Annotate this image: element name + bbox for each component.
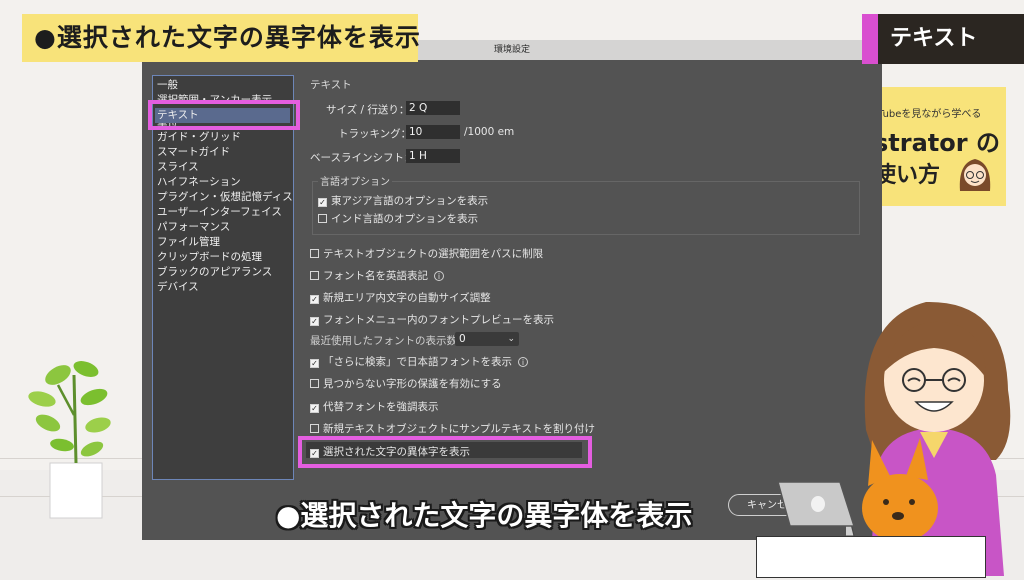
sample-text-label: 新規テキストオブジェクトにサンプルテキストを割り付け [323, 423, 596, 435]
search-japanese-fonts-label: 「さらに検索」で日本語フォントを表示 [323, 356, 512, 368]
sample-text-option[interactable]: 新規テキストオブジェクトにサンプルテキストを割り付け [310, 421, 595, 436]
avatar-mini-icon [959, 159, 991, 191]
highlight-substituted-option[interactable]: ✓ 代替フォントを強調表示 [310, 399, 439, 414]
presenter-illustration [846, 301, 1011, 576]
info-icon[interactable]: i [434, 271, 444, 281]
font-names-english-checkbox[interactable] [310, 271, 319, 280]
sidebar-item-devices[interactable]: デバイス [157, 280, 293, 295]
size-label: サイズ / 行送り： [326, 104, 410, 116]
language-options-group [312, 181, 860, 235]
title-banner: ●選択された文字の異字体を表示 [22, 14, 420, 62]
sidebar-item-general[interactable]: 一般 [157, 78, 293, 93]
sidebar-item-smart-guides[interactable]: スマートガイド [157, 145, 293, 160]
course-card-subtitle: Tubeを見ながら学べる [878, 109, 982, 120]
sample-text-checkbox[interactable] [310, 424, 319, 433]
limit-selection-label: テキストオブジェクトの選択範囲をパスに制限 [323, 248, 544, 260]
auto-size-checkbox[interactable]: ✓ [310, 295, 319, 304]
sidebar-item-user-interface[interactable]: ユーザーインターフェイス [157, 205, 293, 220]
auto-size-label: 新規エリア内文字の自動サイズ調整 [323, 292, 491, 304]
info-icon[interactable]: i [518, 357, 528, 367]
category-banner: テキスト [862, 14, 1024, 64]
course-card-title-2: 使い方 [874, 163, 941, 188]
east-asian-option[interactable]: ✓ 東アジア言語のオプションを表示 [318, 193, 488, 208]
sidebar-item-plugins[interactable]: プラグイン・仮想記憶ディスク [157, 190, 293, 205]
indic-checkbox[interactable] [318, 214, 327, 223]
sidebar-item-hyphenation[interactable]: ハイフネーション [157, 175, 293, 190]
limit-selection-checkbox[interactable] [310, 249, 319, 258]
laptop-illustration [777, 481, 856, 527]
recent-fonts-select[interactable]: 0 ⌄ [455, 332, 519, 346]
search-japanese-fonts-option[interactable]: ✓ 「さらに検索」で日本語フォントを表示 i [310, 354, 528, 369]
font-preview-label: フォントメニュー内のフォントプレビューを表示 [323, 314, 554, 326]
indic-option[interactable]: インド言語のオプションを表示 [318, 211, 478, 226]
chevron-down-icon: ⌄ [507, 334, 515, 344]
tracking-unit: /1000 em [464, 126, 515, 138]
sidebar-item-black-appearance[interactable]: ブラックのアピアランス [157, 265, 293, 280]
tracking-input[interactable]: 10 [406, 125, 460, 139]
glyph-protection-option[interactable]: 見つからない字形の保護を有効にする [310, 376, 502, 391]
baseline-input[interactable]: 1 H [406, 149, 460, 163]
east-asian-checkbox[interactable]: ✓ [318, 198, 327, 207]
font-names-english-label: フォント名を英語表記 [323, 270, 428, 282]
sidebar-item-file-handling[interactable]: ファイル管理 [157, 235, 293, 250]
highlight-substituted-checkbox[interactable]: ✓ [310, 404, 319, 413]
bottom-caption: ●選択された文字の異字体を表示 [276, 499, 693, 532]
font-preview-option[interactable]: ✓ フォントメニュー内のフォントプレビューを表示 [310, 312, 554, 327]
category-accent [862, 14, 878, 64]
font-preview-checkbox[interactable]: ✓ [310, 317, 319, 326]
highlight-substituted-label: 代替フォントを強調表示 [323, 401, 439, 413]
indic-label: インド言語のオプションを表示 [331, 213, 478, 225]
search-japanese-fonts-checkbox[interactable]: ✓ [310, 359, 319, 368]
glyph-protection-checkbox[interactable] [310, 379, 319, 388]
glyph-protection-label: 見つからない字形の保護を有効にする [323, 378, 502, 390]
preferences-sidebar: 一般 選択範囲・アンカー表示 テキスト 単位 ガイド・グリッド スマートガイド … [152, 75, 294, 480]
preferences-dialog: 環境設定 一般 選択範囲・アンカー表示 テキスト 単位 ガイド・グリッド スマー… [142, 40, 882, 540]
baseline-label: ベースラインシフト： [310, 152, 415, 164]
language-options-title: 言語オプション [318, 173, 392, 188]
recent-fonts-label: 最近使用したフォントの表示数： [310, 335, 468, 347]
sidebar-item-clipboard[interactable]: クリップボードの処理 [157, 250, 293, 265]
east-asian-label: 東アジア言語のオプションを表示 [331, 195, 489, 207]
category-label: テキスト [878, 14, 1024, 64]
sidebar-item-slices[interactable]: スライス [157, 160, 293, 175]
sidebar-item-guides-grid[interactable]: ガイド・グリッド [157, 130, 293, 145]
tracking-label: トラッキング： [338, 128, 412, 140]
option-highlight-frame [298, 436, 592, 468]
font-names-english-option[interactable]: フォント名を英語表記 i [310, 268, 444, 283]
plant-illustration [28, 361, 111, 519]
desk [756, 536, 986, 578]
recent-fonts-value: 0 [459, 333, 466, 345]
limit-selection-option[interactable]: テキストオブジェクトの選択範囲をパスに制限 [310, 246, 543, 261]
sidebar-highlight-frame [148, 100, 300, 130]
panel-heading: テキスト [310, 79, 352, 91]
auto-size-option[interactable]: ✓ 新規エリア内文字の自動サイズ調整 [310, 290, 491, 305]
size-input[interactable]: 2 Q [406, 101, 460, 115]
dialog-body: 一般 選択範囲・アンカー表示 テキスト 単位 ガイド・グリッド スマートガイド … [142, 60, 882, 540]
sidebar-item-performance[interactable]: パフォーマンス [157, 220, 293, 235]
